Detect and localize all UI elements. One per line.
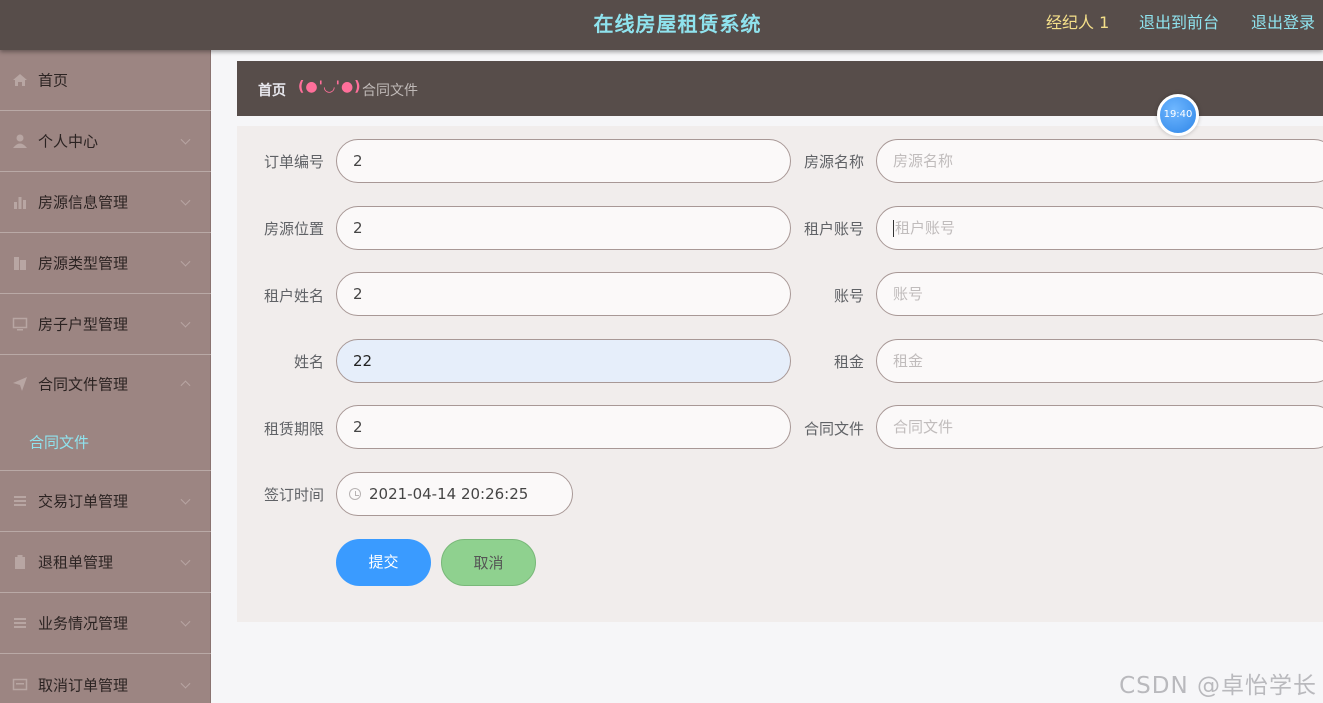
chevron-down-icon <box>180 555 191 566</box>
chevron-down-icon <box>180 678 191 689</box>
sidebar-item-label: 首页 <box>38 71 69 90</box>
house-name-label: 房源名称 <box>803 153 864 171</box>
monitor-icon <box>12 316 28 332</box>
account-label: 账号 <box>833 287 864 305</box>
order-no-label: 订单编号 <box>263 153 324 171</box>
sidebar-item-trade-orders[interactable]: 交易订单管理 <box>0 471 211 532</box>
contract-file-label: 合同文件 <box>803 420 864 438</box>
sidebar: 首页 个人中心 房源信息管理 房源类型管理 房子户型管理 合同文件管理 合同文件… <box>0 50 211 703</box>
tenant-account-label: 租户账号 <box>803 220 864 238</box>
sidebar-item-label: 房子户型管理 <box>38 315 129 334</box>
sidebar-item-house-type[interactable]: 房源类型管理 <box>0 233 211 294</box>
rent-input[interactable]: 租金 <box>876 339 1323 383</box>
watermark: CSDN @卓怡学长 <box>1119 673 1317 699</box>
building-icon <box>12 255 28 271</box>
sidebar-item-label: 交易订单管理 <box>38 492 129 511</box>
name-label: 姓名 <box>293 353 324 371</box>
name-input[interactable]: 22 <box>336 339 791 383</box>
time-bubble: 19:40 <box>1157 94 1199 136</box>
sidebar-subitem-label: 合同文件 <box>29 433 90 451</box>
chevron-down-icon <box>180 494 191 505</box>
top-header: 在线房屋租赁系统 经纪人 1 退出到前台 退出登录 <box>0 0 1323 50</box>
sidebar-item-label: 取消订单管理 <box>38 676 129 694</box>
app-title: 在线房屋租赁系统 <box>593 12 762 36</box>
order-no-input[interactable]: 2 <box>336 139 791 183</box>
breadcrumb-home[interactable]: 首页 <box>258 80 286 100</box>
clock-icon <box>349 487 361 500</box>
current-user: 经纪人 1 <box>1046 13 1110 32</box>
sidebar-item-label: 房源类型管理 <box>38 254 129 273</box>
sidebar-item-contract-management[interactable]: 合同文件管理 <box>0 355 211 413</box>
sidebar-item-house-layout[interactable]: 房子户型管理 <box>0 294 211 355</box>
sidebar-item-label: 业务情况管理 <box>38 614 129 633</box>
sidebar-item-house-info[interactable]: 房源信息管理 <box>0 172 211 233</box>
sidebar-item-label: 房源信息管理 <box>38 193 129 212</box>
list-icon <box>12 493 28 509</box>
sidebar-item-home[interactable]: 首页 <box>0 50 211 111</box>
sidebar-item-checkout-orders[interactable]: 退租单管理 <box>0 532 211 593</box>
chevron-up-icon <box>180 380 191 391</box>
logout-link[interactable]: 退出登录 <box>1251 9 1315 33</box>
tenant-name-label: 租户姓名 <box>263 287 324 305</box>
lease-term-input[interactable]: 2 <box>336 405 791 449</box>
tenant-name-input[interactable]: 2 <box>336 272 791 316</box>
user-icon <box>12 133 28 149</box>
sidebar-item-personal-center[interactable]: 个人中心 <box>0 111 211 172</box>
sidebar-item-label: 退租单管理 <box>38 553 114 572</box>
sidebar-item-business-status[interactable]: 业务情况管理 <box>0 593 211 654</box>
list-icon <box>12 615 28 631</box>
chevron-down-icon <box>180 195 191 206</box>
sign-time-value: 2021-04-14 20:26:25 <box>369 485 529 503</box>
tenant-account-placeholder: 租户账号 <box>895 219 956 237</box>
cancel-button[interactable]: 取消 <box>441 539 536 586</box>
sidebar-item-label: 个人中心 <box>38 132 99 151</box>
message-icon <box>12 677 28 693</box>
send-icon <box>12 376 28 392</box>
home-icon <box>12 72 28 88</box>
text-caret <box>893 220 894 237</box>
chevron-down-icon <box>180 134 191 145</box>
chevron-down-icon <box>180 256 191 267</box>
sidebar-item-cancel-orders[interactable]: 取消订单管理 <box>0 654 211 703</box>
house-location-label: 房源位置 <box>263 220 324 238</box>
sign-time-label: 签订时间 <box>263 486 324 504</box>
exit-to-frontend-link[interactable]: 退出到前台 <box>1139 9 1219 33</box>
sidebar-item-label: 合同文件管理 <box>38 375 129 394</box>
lease-term-label: 租赁期限 <box>263 420 324 438</box>
breadcrumb-separator: (●'◡'●) <box>298 79 362 95</box>
account-input[interactable]: 账号 <box>876 272 1323 316</box>
house-location-input[interactable]: 2 <box>336 206 791 250</box>
house-name-input[interactable]: 房源名称 <box>876 139 1323 183</box>
breadcrumb-current: 合同文件 <box>362 83 418 99</box>
rent-label: 租金 <box>833 353 864 371</box>
chevron-down-icon <box>180 616 191 627</box>
submit-button[interactable]: 提交 <box>336 539 431 586</box>
contract-file-input[interactable]: 合同文件 <box>876 405 1323 449</box>
chevron-down-icon <box>180 317 191 328</box>
sidebar-subitem-contract-file[interactable]: 合同文件 <box>0 413 211 471</box>
sign-time-picker[interactable]: 2021-04-14 20:26:25 <box>336 472 573 516</box>
bar-chart-icon <box>12 194 28 210</box>
clipboard-icon <box>12 554 28 570</box>
tenant-account-input[interactable]: 租户账号 <box>876 206 1323 250</box>
